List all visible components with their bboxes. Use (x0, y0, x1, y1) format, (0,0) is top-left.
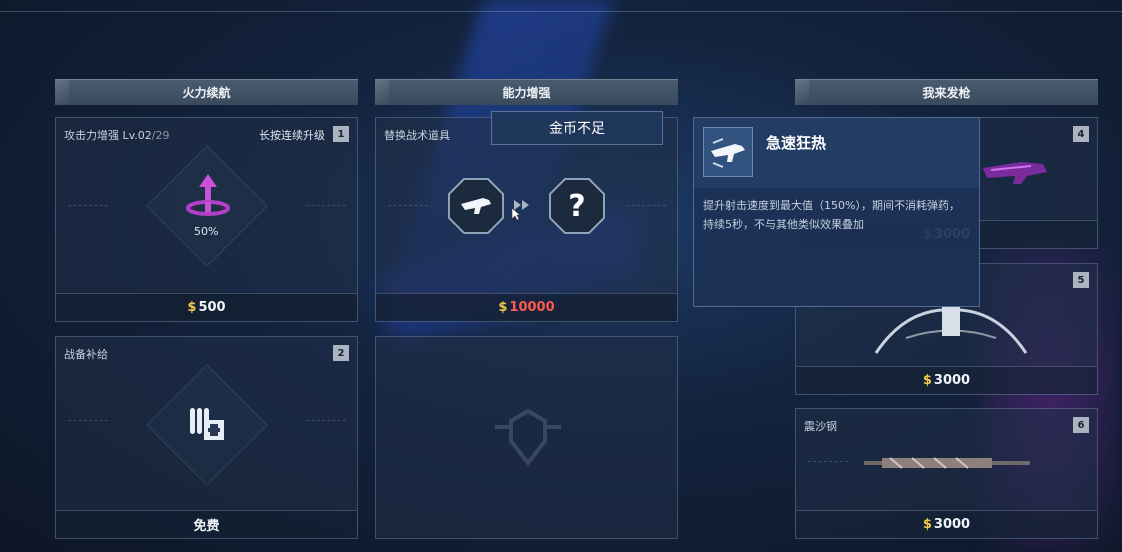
price-value: 10000 (509, 300, 555, 315)
rapid-fire-icon (703, 127, 753, 177)
tooltip-title: 急速狂热 (766, 134, 827, 152)
top-divider (0, 11, 1122, 12)
weapon-image (874, 306, 1028, 354)
decor-dash (68, 205, 108, 206)
column-header-weapons: 我来发枪 (795, 79, 1098, 105)
price-bar[interactable]: 免费 (56, 510, 357, 538)
card-title-prefix: 攻击力增强 Lv. (64, 129, 138, 142)
decor-dash (626, 205, 666, 206)
hold-upgrade-hint: 长按连续升级 (259, 129, 325, 142)
weapon-image (983, 162, 1047, 184)
card-title: 战备补给 (64, 348, 108, 361)
currency-icon: $ (922, 517, 932, 532)
mouse-cursor-icon (511, 207, 521, 221)
column-header-firepower: 火力续航 (55, 79, 358, 105)
insufficient-funds-toast: 金币不足 (491, 111, 663, 145)
decor-dash (306, 420, 346, 421)
rifle-icon (461, 198, 491, 214)
tactical-item-card[interactable]: 替换战术道具 ? $10000 (375, 117, 678, 322)
tooltip-description: 提升射击速度到最大值（150%），期间不消耗弹药，持续5秒，不与其他类似效果叠加 (703, 199, 960, 231)
level-value: 02 (137, 129, 152, 142)
price-value: 免费 (193, 519, 220, 534)
slot-badge: 4 (1073, 126, 1089, 142)
new-item-slot[interactable]: ? (548, 177, 606, 235)
slot-badge: 5 (1073, 272, 1089, 288)
price-bar[interactable]: $10000 (376, 293, 677, 321)
decor-dash (808, 461, 848, 462)
weapon-name: 震沙钢 (804, 420, 837, 433)
price-bar[interactable]: $3000 (796, 510, 1097, 538)
slot-badge: 6 (1073, 417, 1089, 433)
price-value: 3000 (933, 373, 971, 388)
attack-boost-card[interactable]: 攻击力增强 Lv.02/29 长按连续升级 1 50% $500 (55, 117, 358, 322)
price-value: 500 (198, 300, 226, 315)
upgrade-arrow-icon (186, 174, 230, 216)
price-value: 3000 (933, 517, 971, 532)
column-header-ability: 能力增强 (375, 79, 678, 105)
price-bar[interactable]: $500 (56, 293, 357, 321)
currency-icon: $ (498, 300, 508, 315)
decor-dash (388, 205, 428, 206)
currency-icon: $ (922, 373, 932, 388)
question-icon: ? (568, 188, 586, 224)
item-tooltip: 急速狂热 提升射击速度到最大值（150%），期间不消耗弹药，持续5秒，不与其他类… (693, 117, 980, 307)
card-title: 攻击力增强 Lv.02/29 (64, 127, 169, 143)
decor-dash (306, 205, 346, 206)
level-max: /29 (151, 129, 170, 142)
locked-card (375, 336, 678, 539)
decor-dash (68, 420, 108, 421)
current-item-slot (447, 177, 505, 235)
card-title: 替换战术道具 (384, 129, 450, 142)
ammo-supply-icon (190, 408, 224, 440)
supply-card[interactable]: 战备补给 2 免费 (55, 336, 358, 539)
weapon-card-6[interactable]: 震沙钢 6 $3000 (795, 408, 1098, 539)
currency-icon: $ (187, 300, 197, 315)
emblem-icon (495, 408, 561, 467)
boost-percent: 50% (194, 225, 219, 238)
slot-badge: 1 (333, 126, 349, 142)
rifle-icon (711, 138, 745, 168)
weapon-image (864, 457, 1030, 469)
slot-badge: 2 (333, 345, 349, 361)
price-bar[interactable]: $3000 (796, 366, 1097, 394)
